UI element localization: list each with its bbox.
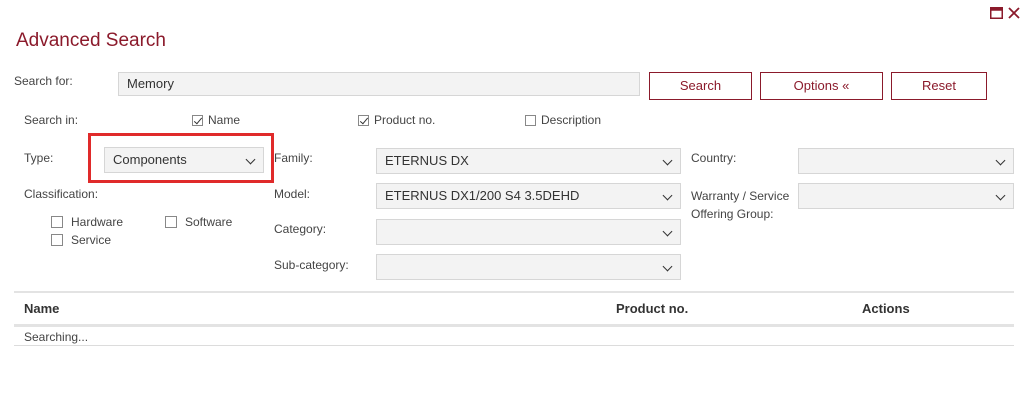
checkbox-unchecked-icon (51, 234, 63, 246)
classification-hardware-checkbox[interactable]: Hardware (51, 215, 123, 229)
results-status: Searching... (24, 330, 89, 344)
family-select[interactable]: ETERNUS DX (376, 148, 681, 174)
search-input[interactable]: Memory (118, 72, 640, 96)
model-select-value: ETERNUS DX1/200 S4 3.5DEHD (385, 188, 580, 203)
sub-category-select[interactable] (376, 254, 681, 280)
dialog-title: Advanced Search (16, 30, 166, 51)
checkbox-label: Software (185, 215, 233, 229)
checkbox-label: Service (71, 233, 112, 247)
chevron-down-icon (995, 190, 1006, 201)
family-select-value: ETERNUS DX (385, 153, 469, 168)
checkbox-label: Hardware (71, 215, 124, 229)
type-label: Type: (24, 151, 54, 165)
family-label: Family: (274, 151, 313, 165)
classification-label: Classification: (24, 187, 99, 201)
column-header-name[interactable]: Name (24, 301, 59, 316)
column-header-actions: Actions (862, 301, 910, 316)
checkbox-unchecked-icon (165, 216, 177, 228)
model-label: Model: (274, 187, 311, 201)
table-bottom-divider (14, 345, 1014, 346)
reset-button[interactable]: Reset (891, 72, 987, 100)
warranty-label-line1: Warranty / Service (691, 189, 790, 203)
chevron-down-icon (662, 190, 673, 201)
checkbox-label: Name (208, 113, 241, 127)
chevron-down-icon (995, 155, 1006, 166)
chevron-down-icon (662, 226, 673, 237)
warranty-label: Warranty / Service Offering Group: (691, 187, 789, 223)
checkbox-unchecked-icon (525, 114, 536, 126)
category-select[interactable] (376, 219, 681, 245)
search-button[interactable]: Search (649, 72, 752, 100)
chevron-down-icon (662, 261, 673, 272)
checkbox-label: Description (541, 113, 602, 127)
classification-service-checkbox[interactable]: Service (51, 233, 111, 247)
chevron-down-icon (662, 155, 673, 166)
classification-software-checkbox[interactable]: Software (165, 215, 232, 229)
model-select[interactable]: ETERNUS DX1/200 S4 3.5DEHD (376, 183, 681, 209)
warranty-select[interactable] (798, 183, 1014, 209)
search-in-label: Search in: (24, 113, 79, 127)
search-in-product-no-checkbox[interactable]: Product no. (358, 113, 435, 127)
warranty-label-line2: Offering Group: (691, 207, 774, 221)
country-select[interactable] (798, 148, 1014, 174)
column-header-product-no[interactable]: Product no. (616, 301, 688, 316)
maximize-icon[interactable] (990, 7, 1003, 23)
search-for-label: Search for: (14, 74, 73, 88)
sub-category-label: Sub-category: (274, 258, 349, 272)
search-in-name-checkbox[interactable]: Name (192, 113, 240, 127)
table-header-divider (14, 324, 1014, 327)
country-label: Country: (691, 151, 737, 165)
category-label: Category: (274, 222, 327, 236)
options-button[interactable]: Options « (760, 72, 883, 100)
search-in-description-checkbox[interactable]: Description (525, 113, 601, 127)
checkbox-unchecked-icon (51, 216, 63, 228)
checkbox-checked-icon (192, 114, 203, 126)
checkbox-checked-icon (358, 114, 369, 126)
checkbox-label: Product no. (374, 113, 436, 127)
highlight-box (88, 133, 274, 183)
close-icon[interactable] (1008, 7, 1020, 23)
table-top-divider (14, 291, 1014, 293)
